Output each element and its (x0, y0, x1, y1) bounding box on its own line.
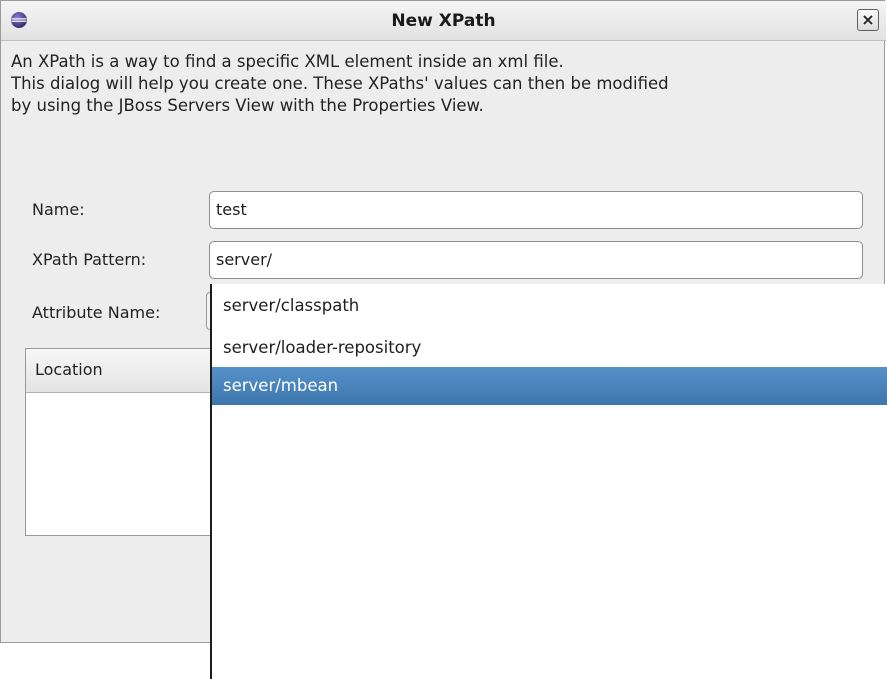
close-icon: × (861, 10, 875, 29)
xpath-pattern-label: XPath Pattern: (32, 250, 147, 269)
description-line: An XPath is a way to find a specific XML… (11, 52, 564, 71)
dialog-description: An XPath is a way to find a specific XML… (11, 51, 871, 117)
attribute-name-label: Attribute Name: (32, 303, 161, 322)
autocomplete-popup[interactable]: server/classpath server/loader-repositor… (210, 284, 887, 679)
dialog-title: New XPath (391, 11, 496, 31)
autocomplete-item[interactable]: server/classpath (212, 287, 887, 325)
autocomplete-item[interactable]: server/loader-repository (212, 329, 887, 367)
title-bar[interactable]: New XPath × (1, 1, 886, 41)
xpath-pattern-input[interactable]: server/ (209, 241, 863, 279)
close-button[interactable]: × (857, 9, 879, 31)
location-table[interactable]: Location (25, 348, 225, 536)
description-line: by using the JBoss Servers View with the… (11, 96, 484, 115)
autocomplete-item-selected[interactable]: server/mbean (212, 367, 887, 405)
name-label: Name: (32, 200, 85, 219)
description-line: This dialog will help you create one. Th… (11, 74, 669, 93)
column-header-location[interactable]: Location (26, 349, 224, 393)
name-input[interactable]: test (209, 191, 863, 229)
